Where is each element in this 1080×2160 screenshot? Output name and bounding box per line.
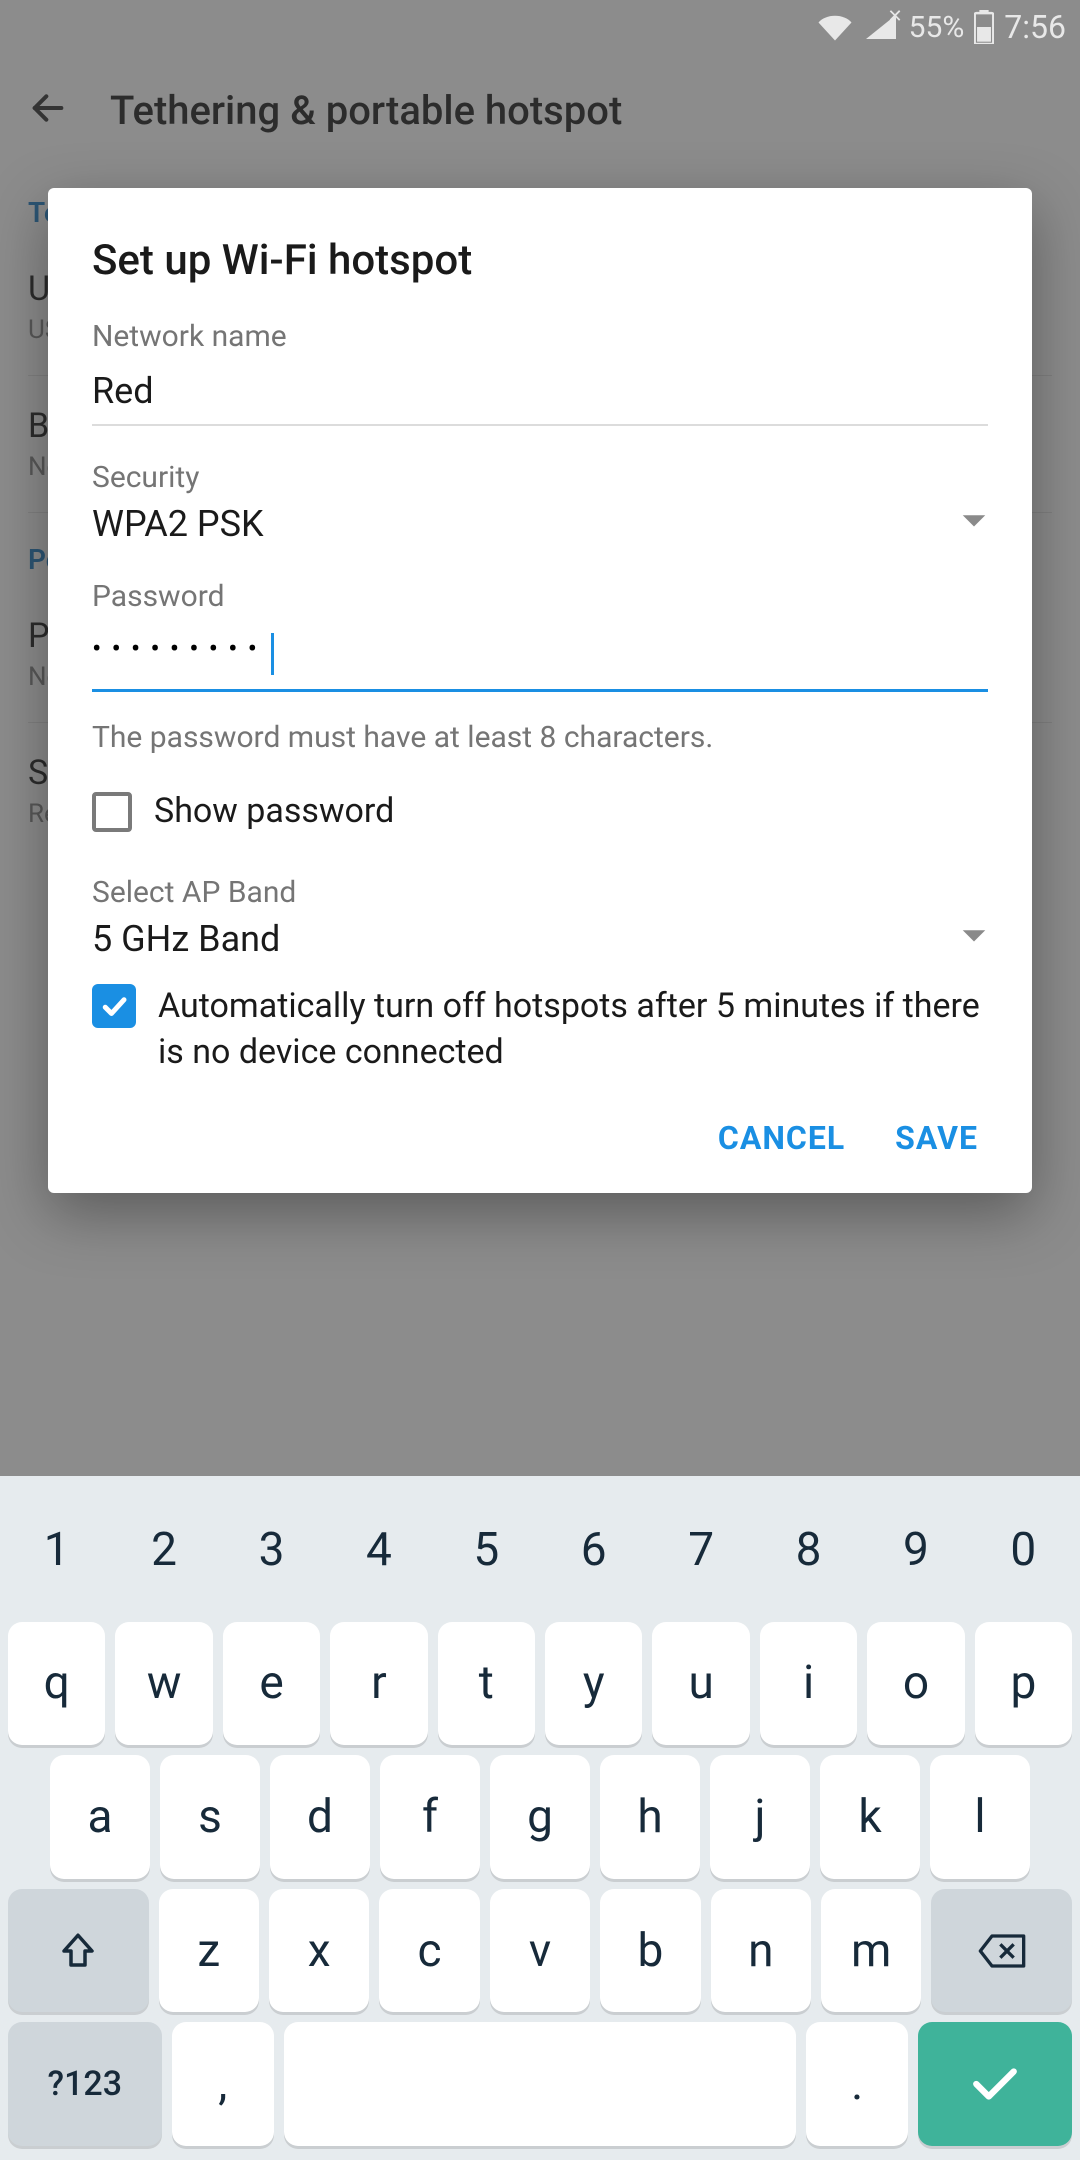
key-a[interactable]: a [50, 1755, 150, 1879]
ap-band-label: Select AP Band [92, 875, 988, 910]
key-symbols[interactable]: ?123 [8, 2022, 162, 2146]
key-p[interactable]: p [975, 1622, 1072, 1746]
key-r[interactable]: r [330, 1622, 427, 1746]
key-e[interactable]: e [223, 1622, 320, 1746]
key-b[interactable]: b [600, 1889, 700, 2013]
security-field[interactable]: Security WPA2 PSK [92, 460, 988, 545]
password-field: Password ••••••••• [92, 579, 988, 692]
key-k[interactable]: k [820, 1755, 920, 1879]
dialog-actions: CANCEL SAVE [92, 1119, 988, 1157]
key-f[interactable]: f [380, 1755, 480, 1879]
key-o[interactable]: o [867, 1622, 964, 1746]
save-button[interactable]: SAVE [895, 1119, 978, 1157]
ap-band-field[interactable]: Select AP Band 5 GHz Band [92, 875, 988, 960]
key-w[interactable]: w [115, 1622, 212, 1746]
dialog-title: Set up Wi-Fi hotspot [92, 236, 988, 285]
network-name-field: Network name [92, 319, 988, 426]
key-c[interactable]: c [379, 1889, 479, 2013]
key-q[interactable]: q [8, 1622, 105, 1746]
key-0[interactable]: 0 [975, 1488, 1072, 1612]
key-row-numbers: 1 2 3 4 5 6 7 8 9 0 [8, 1488, 1072, 1612]
key-4[interactable]: 4 [330, 1488, 427, 1612]
key-row-bottom: ?123 , . [8, 2022, 1072, 2146]
wifi-hotspot-dialog: Set up Wi-Fi hotspot Network name Securi… [48, 188, 1032, 1193]
password-helper: The password must have at least 8 charac… [92, 720, 988, 755]
key-u[interactable]: u [652, 1622, 749, 1746]
network-name-label: Network name [92, 319, 988, 354]
key-space[interactable] [284, 2022, 796, 2146]
key-i[interactable]: i [760, 1622, 857, 1746]
ap-band-value: 5 GHz Band [92, 918, 280, 960]
cell-signal-icon: ✕ [863, 12, 899, 42]
security-label: Security [92, 460, 988, 495]
key-shift[interactable] [8, 1889, 149, 2013]
show-password-label: Show password [154, 789, 394, 835]
auto-off-label: Automatically turn off hotspots after 5 … [158, 984, 988, 1076]
key-v[interactable]: v [490, 1889, 590, 2013]
battery-icon [974, 10, 994, 44]
key-t[interactable]: t [438, 1622, 535, 1746]
dropdown-caret-icon [960, 513, 988, 535]
clock: 7:56 [1004, 8, 1066, 46]
key-2[interactable]: 2 [115, 1488, 212, 1612]
status-bar: ✕ 55% 7:56 [0, 0, 1080, 54]
key-enter[interactable] [918, 2022, 1072, 2146]
key-m[interactable]: m [821, 1889, 921, 2013]
key-j[interactable]: j [710, 1755, 810, 1879]
password-input[interactable]: ••••••••• [92, 622, 988, 692]
auto-off-row[interactable]: Automatically turn off hotspots after 5 … [92, 984, 988, 1076]
key-h[interactable]: h [600, 1755, 700, 1879]
key-g[interactable]: g [490, 1755, 590, 1879]
battery-percent: 55% [909, 10, 965, 45]
auto-off-checkbox[interactable] [92, 984, 136, 1028]
key-row-3: z x c v b n m [8, 1889, 1072, 2013]
network-name-input[interactable] [92, 362, 988, 426]
key-1[interactable]: 1 [8, 1488, 105, 1612]
key-row-1: q w e r t y u i o p [8, 1622, 1072, 1746]
text-cursor [271, 633, 274, 675]
key-9[interactable]: 9 [867, 1488, 964, 1612]
key-l[interactable]: l [930, 1755, 1030, 1879]
show-password-checkbox[interactable] [92, 792, 132, 832]
soft-keyboard: 1 2 3 4 5 6 7 8 9 0 q w e r t y u i o p … [0, 1476, 1080, 2160]
key-comma[interactable]: , [172, 2022, 274, 2146]
key-7[interactable]: 7 [652, 1488, 749, 1612]
key-backspace[interactable] [931, 1889, 1072, 2013]
key-period[interactable]: . [806, 2022, 908, 2146]
password-label: Password [92, 579, 988, 614]
key-z[interactable]: z [159, 1889, 259, 2013]
wifi-icon [817, 12, 853, 42]
key-8[interactable]: 8 [760, 1488, 857, 1612]
cancel-button[interactable]: CANCEL [718, 1119, 845, 1157]
key-x[interactable]: x [269, 1889, 369, 2013]
key-row-2: a s d f g h j k l [8, 1755, 1072, 1879]
dropdown-caret-icon [960, 928, 988, 950]
security-value: WPA2 PSK [92, 503, 264, 545]
key-d[interactable]: d [270, 1755, 370, 1879]
show-password-row[interactable]: Show password [92, 789, 988, 835]
key-6[interactable]: 6 [545, 1488, 642, 1612]
key-n[interactable]: n [711, 1889, 811, 2013]
key-s[interactable]: s [160, 1755, 260, 1879]
key-y[interactable]: y [545, 1622, 642, 1746]
key-5[interactable]: 5 [438, 1488, 535, 1612]
key-3[interactable]: 3 [223, 1488, 320, 1612]
